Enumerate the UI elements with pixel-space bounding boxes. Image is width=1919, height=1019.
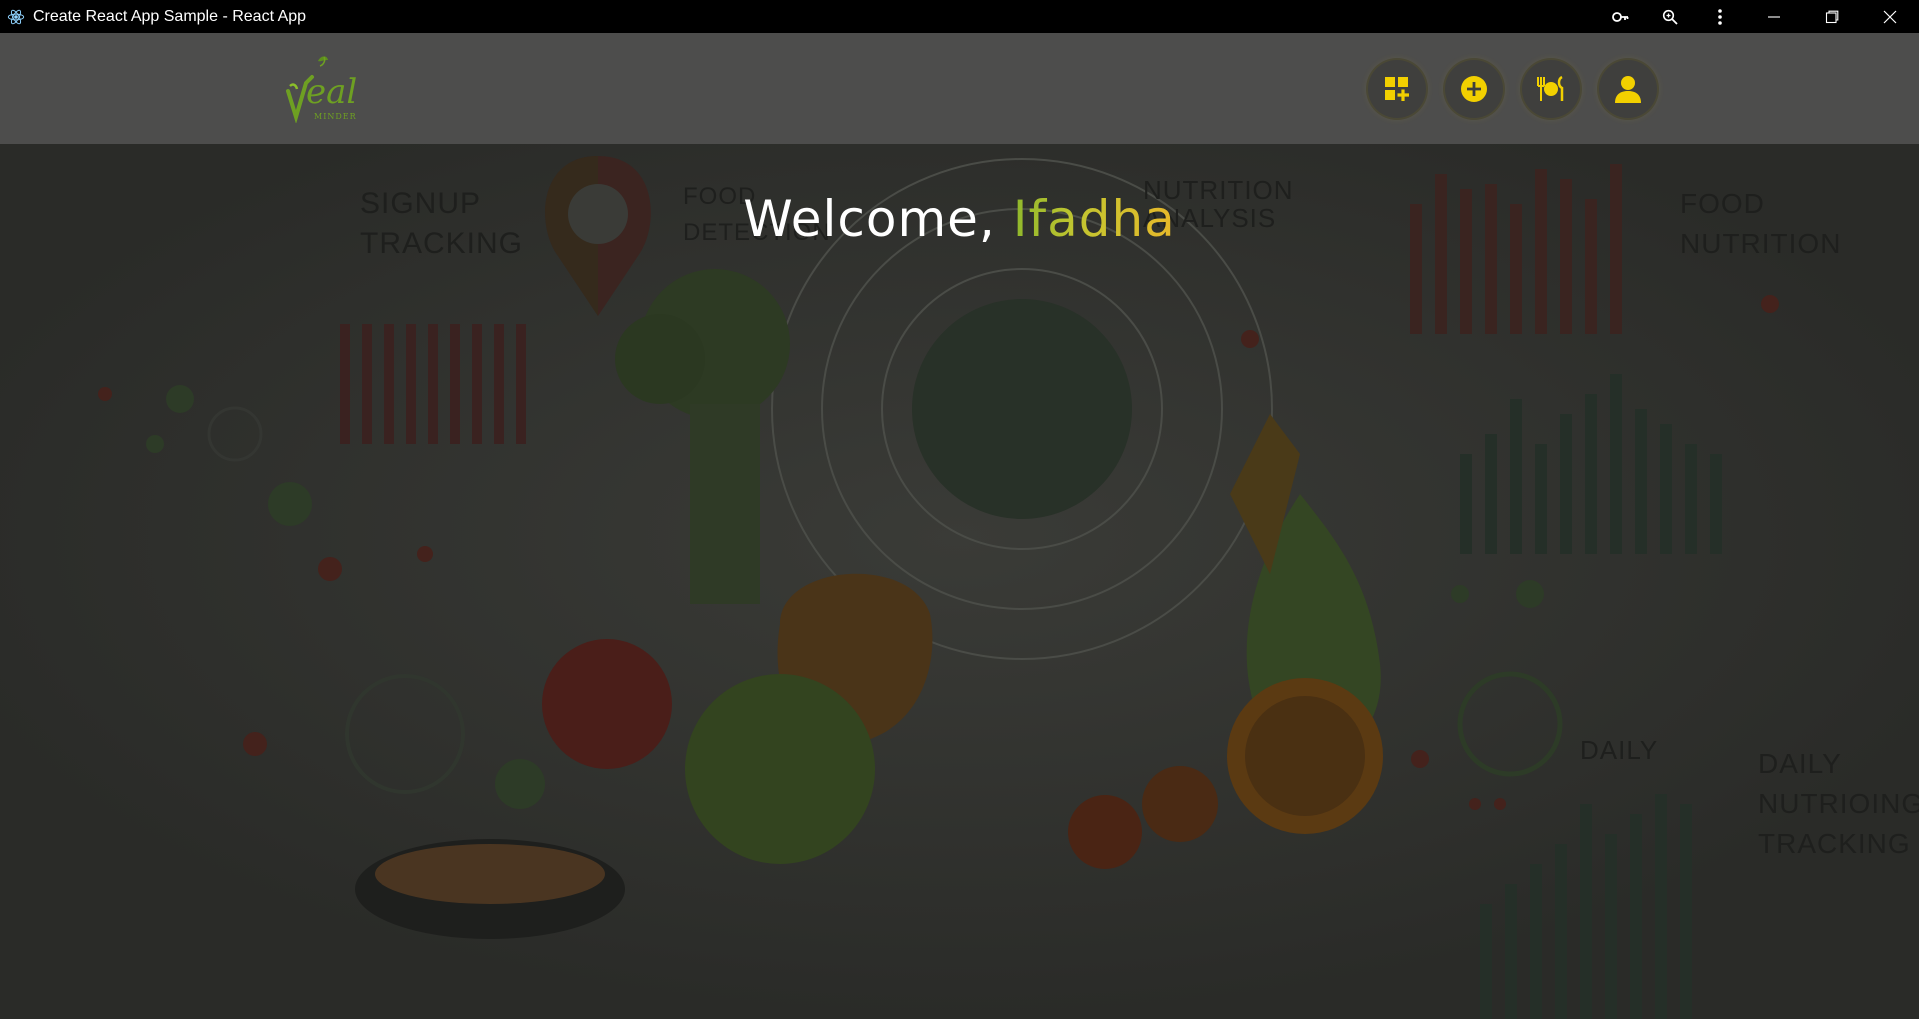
close-icon[interactable] [1861,0,1919,33]
nav-dashboard-button[interactable] [1368,60,1426,118]
header-nav [1368,60,1657,118]
nav-profile-button[interactable] [1599,60,1657,118]
more-icon[interactable] [1695,0,1745,33]
meal-icon [1537,75,1564,101]
key-icon[interactable] [1595,0,1645,33]
maximize-icon[interactable] [1803,0,1861,33]
nav-meals-button[interactable] [1522,60,1580,118]
svg-text:MINDER: MINDER [314,112,357,121]
app-header: eal MINDER [0,33,1919,144]
food-infographic-background [0,144,1919,1019]
window-titlebar: Create React App Sample - React App [0,0,1919,33]
bg-label-daily: DAILY [1580,735,1659,765]
react-logo-icon [7,9,25,24]
minimize-icon[interactable] [1745,0,1803,33]
zoom-icon[interactable] [1645,0,1695,33]
meal-minder-logo[interactable]: eal MINDER [284,53,364,123]
dashboard-add-icon [1385,77,1409,101]
add-circle-icon [1461,76,1487,102]
bg-label-daily-tracking: DAILY NUTRIOING TRACKING [1758,748,1919,859]
welcome-user-name: Ifadha [1012,190,1176,248]
welcome-prefix: Welcome, [743,190,1013,248]
welcome-heading: Welcome, Ifadha [0,190,1919,248]
profile-icon [1615,76,1641,103]
nav-add-button[interactable] [1445,60,1503,118]
hero-background: SIGNUP TRACKING FOOD DETECTION NUTRITION AN… [0,144,1919,1019]
svg-text:eal: eal [306,72,357,112]
window-title: Create React App Sample - React App [33,7,307,25]
